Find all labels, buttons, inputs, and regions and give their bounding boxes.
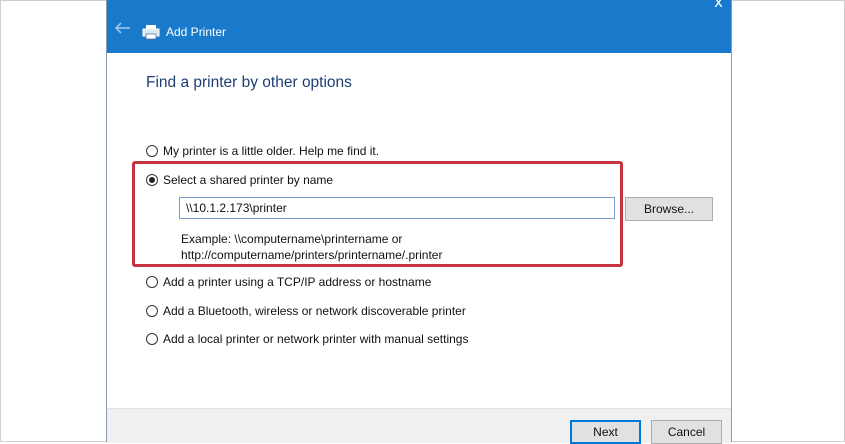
- close-button[interactable]: x: [714, 0, 723, 10]
- radio-bluetooth[interactable]: [146, 305, 158, 317]
- radio-tcpip[interactable]: [146, 276, 158, 288]
- next-button[interactable]: Next: [570, 420, 641, 444]
- option-local-printer[interactable]: Add a local printer or network printer w…: [146, 332, 468, 346]
- option-bluetooth-label: Add a Bluetooth, wireless or network dis…: [163, 304, 466, 318]
- example-line-1: Example: \\computername\printername or: [181, 232, 403, 246]
- radio-shared-printer[interactable]: [146, 174, 158, 186]
- radio-older-printer[interactable]: [146, 145, 158, 157]
- option-local-printer-label: Add a local printer or network printer w…: [163, 332, 469, 346]
- browse-button[interactable]: Browse...: [625, 197, 713, 221]
- example-line-2: http://computername/printers/printername…: [181, 248, 443, 262]
- option-older-printer-label: My printer is a little older. Help me fi…: [163, 144, 380, 158]
- printer-path-input[interactable]: [179, 197, 615, 219]
- example-text: Example: \\computername\printername or h…: [181, 231, 442, 263]
- option-bluetooth[interactable]: Add a Bluetooth, wireless or network dis…: [146, 304, 466, 318]
- option-older-printer[interactable]: My printer is a little older. Help me fi…: [146, 144, 379, 158]
- dialog-footer: Next Cancel: [107, 408, 731, 444]
- page-heading: Find a printer by other options: [146, 74, 352, 91]
- back-arrow-icon[interactable]: [115, 22, 131, 34]
- add-printer-dialog: Add Printer x Find a printer by other op…: [106, 0, 732, 444]
- title-bar: Add Printer x: [107, 0, 731, 53]
- radio-local-printer[interactable]: [146, 333, 158, 345]
- window-title: Add Printer: [166, 25, 227, 39]
- option-shared-printer[interactable]: Select a shared printer by name: [146, 173, 333, 187]
- option-tcpip[interactable]: Add a printer using a TCP/IP address or …: [146, 275, 431, 289]
- cancel-button[interactable]: Cancel: [651, 420, 722, 444]
- option-shared-printer-label: Select a shared printer by name: [163, 173, 334, 187]
- printer-icon: [142, 25, 160, 40]
- option-tcpip-label: Add a printer using a TCP/IP address or …: [163, 275, 432, 289]
